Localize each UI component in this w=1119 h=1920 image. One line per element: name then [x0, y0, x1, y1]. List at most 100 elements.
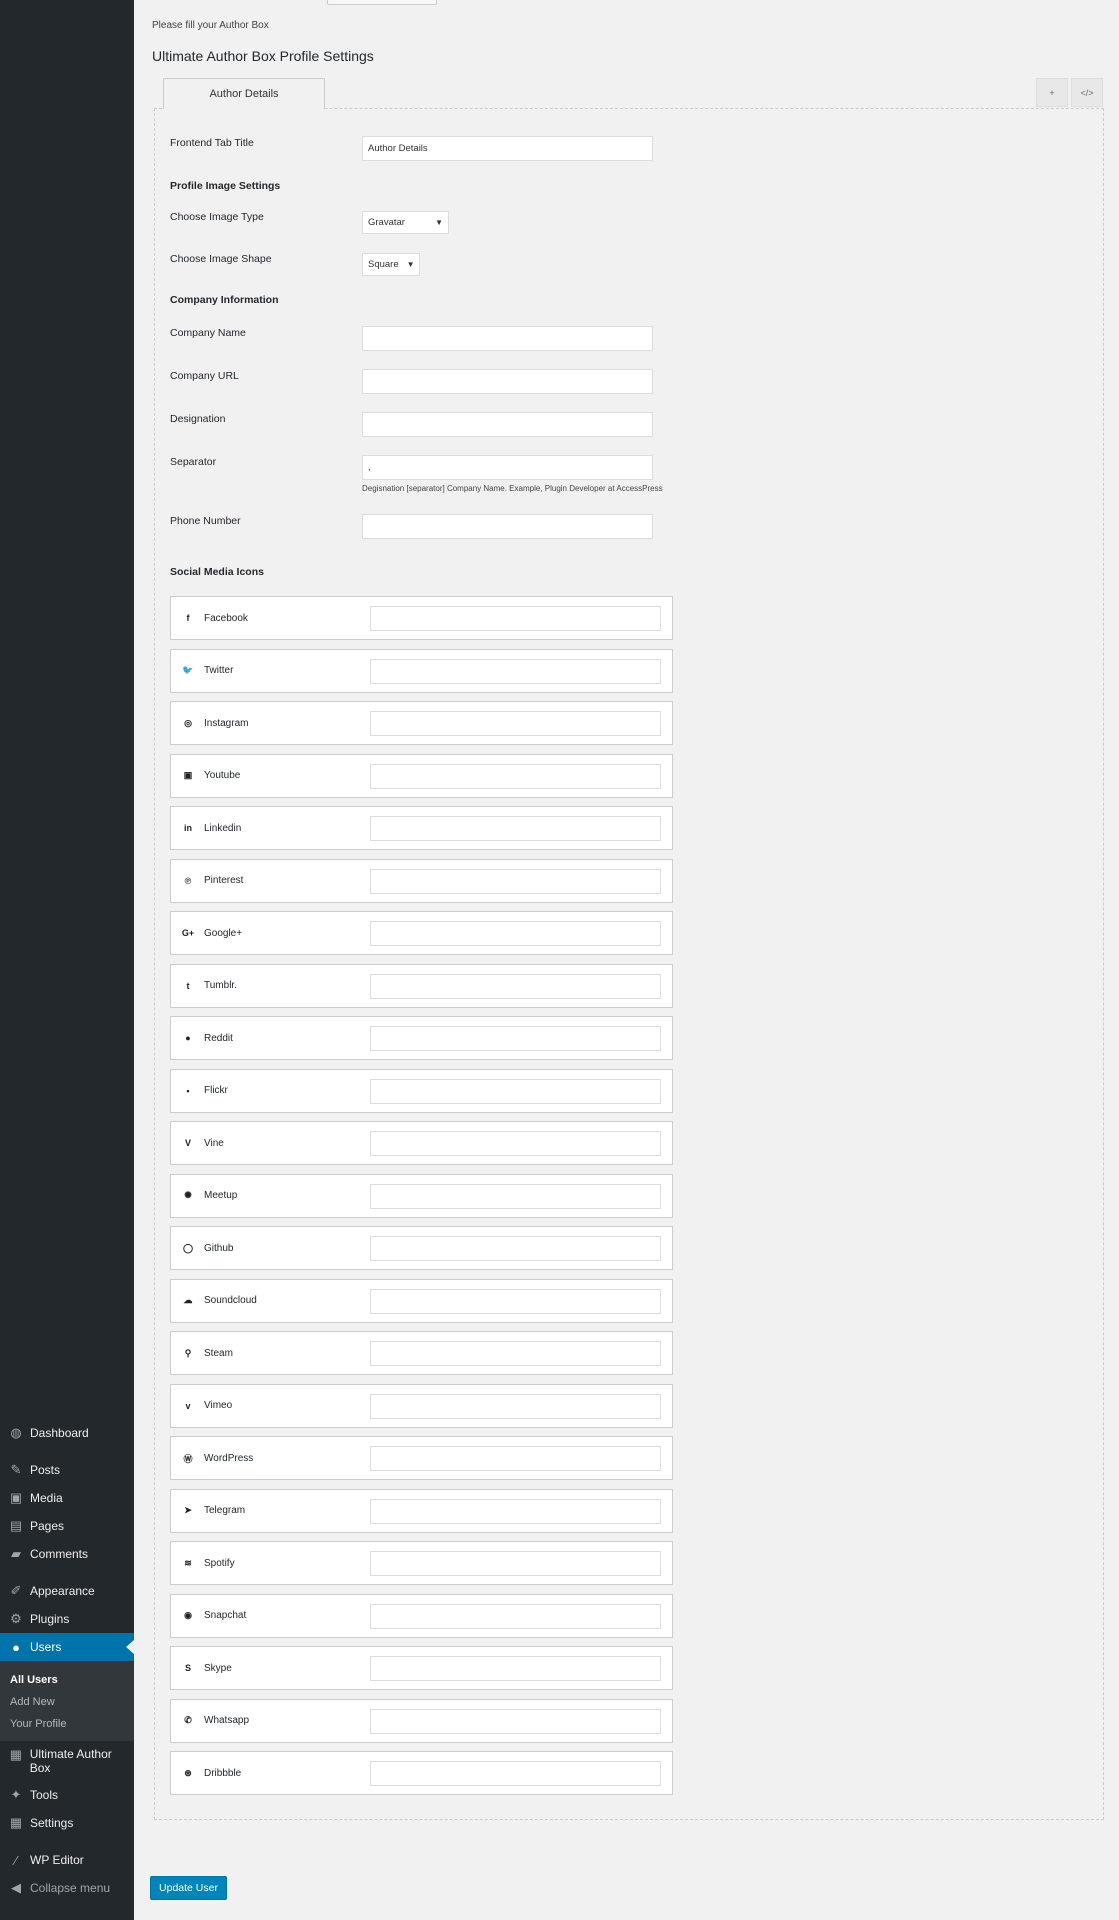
submenu-add-new[interactable]: Add New — [0, 1691, 134, 1713]
social-label: Whatsapp — [204, 1715, 250, 1726]
phone-number-input[interactable] — [362, 514, 653, 539]
image-type-select[interactable]: Gravatar ▼ — [362, 211, 449, 234]
sidebar-item-label: Comments — [30, 1547, 89, 1561]
social-url-input[interactable] — [370, 711, 661, 736]
social-label: Skype — [204, 1662, 232, 1674]
linkedin-icon: in — [184, 823, 192, 833]
social-url-input[interactable] — [370, 816, 661, 841]
social-media-heading: Social Media Icons — [170, 566, 264, 578]
social-url-input[interactable] — [370, 1656, 661, 1681]
sidebar-item-label: Ultimate Author Box — [29, 1747, 112, 1775]
pinterest-icon: ℗ — [184, 875, 192, 886]
sidebar-item-media[interactable]: ▣ Media — [0, 1484, 134, 1512]
image-type-value: Gravatar — [368, 217, 405, 228]
company-name-label: Company Name — [170, 327, 246, 339]
social-url-input[interactable] — [370, 658, 661, 684]
social-row-soundcloud: ☁ Soundcloud — [170, 1278, 673, 1323]
frontend-tab-title-label: Frontend Tab Title — [170, 137, 254, 149]
social-label: Vine — [204, 1137, 224, 1149]
designation-label: Designation — [170, 413, 226, 425]
sidebar-item-label: Tools — [30, 1788, 59, 1802]
social-row-dribbble: ⊛ Dribbble — [170, 1751, 673, 1795]
phone-number-label: Phone Number — [170, 515, 241, 527]
admin-sidebar: ◍ Dashboard ✎ Posts ▣ Media ▤ Pages ▰ Comment… — [0, 0, 134, 1920]
submenu-your-profile[interactable]: Your Profile — [0, 1713, 134, 1735]
social-url-input[interactable] — [370, 1761, 661, 1786]
social-url-input[interactable] — [370, 1236, 661, 1261]
social-url-input[interactable] — [370, 1551, 661, 1576]
separator-input[interactable]: , — [362, 455, 653, 480]
social-label: Instagram — [204, 717, 249, 729]
sidebar-item-appearance[interactable]: ✐ Appearance — [0, 1577, 134, 1605]
social-row-spotify: ≋ Spotify — [170, 1541, 673, 1585]
company-name-input[interactable] — [362, 326, 653, 351]
social-label: Flickr — [204, 1085, 228, 1096]
social-url-input[interactable] — [370, 921, 661, 946]
sidebar-item-tools[interactable]: ✦ Tools — [0, 1781, 134, 1809]
settings-icon: ▦ — [9, 1815, 23, 1830]
sidebar-item-plugins[interactable]: ⚙ Plugins — [0, 1605, 134, 1633]
social-row-meetup: ✺ Meetup — [170, 1173, 673, 1218]
sidebar-item-settings[interactable]: ▦ Settings — [0, 1809, 134, 1837]
sidebar-item-label: Plugins — [30, 1612, 70, 1626]
separator-hint: Degisnation [separator] Company Name. Ex… — [362, 484, 663, 493]
social-url-input[interactable] — [370, 1446, 661, 1471]
social-row-reddit: ● Reddit — [170, 1016, 673, 1060]
social-url-input[interactable] — [370, 1288, 661, 1314]
sidebar-item-dashboard[interactable]: ◍ Dashboard — [0, 1419, 134, 1447]
tab-actions: + </> — [1033, 78, 1103, 107]
social-url-input[interactable] — [370, 1603, 661, 1629]
sidebar-item-pages[interactable]: ▤ Pages — [0, 1512, 134, 1540]
social-row-skype: S Skype — [170, 1646, 673, 1690]
image-shape-label: Choose Image Shape — [170, 253, 272, 265]
social-url-input[interactable] — [370, 1393, 661, 1419]
update-user-button[interactable]: Update User — [150, 1876, 227, 1900]
comments-icon: ▰ — [11, 1546, 21, 1561]
sidebar-item-ultimate-author-box[interactable]: ▦ Ultimate Author Box — [0, 1741, 134, 1781]
social-row-vimeo: v Vimeo — [170, 1383, 673, 1428]
twitter-icon: 🐦 — [182, 665, 194, 675]
users-submenu: All Users Add New Your Profile — [0, 1661, 134, 1741]
tab-author-details[interactable]: Author Details — [163, 78, 325, 109]
steam-icon: ⚲ — [184, 1347, 192, 1358]
plugins-icon: ⚙ — [10, 1611, 22, 1626]
social-url-input[interactable] — [370, 1183, 661, 1209]
frontend-tab-title-input[interactable]: Author Details — [362, 136, 653, 161]
image-type-label: Choose Image Type — [170, 211, 264, 223]
sidebar-item-comments[interactable]: ▰ Comments — [0, 1540, 134, 1568]
social-url-input[interactable] — [370, 606, 661, 631]
social-url-input[interactable] — [370, 1131, 661, 1156]
company-url-label: Company URL — [170, 370, 239, 382]
instagram-icon: ◎ — [184, 717, 192, 728]
social-label: Youtube — [204, 770, 241, 781]
social-url-input[interactable] — [370, 973, 661, 999]
social-url-input[interactable] — [370, 868, 661, 894]
social-url-input[interactable] — [370, 1341, 661, 1366]
code-icon[interactable]: </> — [1071, 78, 1103, 107]
company-url-input[interactable] — [362, 369, 653, 394]
submenu-all-users[interactable]: All Users — [0, 1669, 134, 1691]
previous-field-stub — [327, 0, 437, 5]
social-url-input[interactable] — [370, 1026, 661, 1051]
sidebar-item-wp-editor[interactable]: ∕ WP Editor — [0, 1846, 134, 1874]
social-url-input[interactable] — [370, 1078, 661, 1104]
designation-input[interactable] — [362, 412, 653, 437]
collapse-menu-button[interactable]: ◀ Collapse menu — [0, 1874, 134, 1902]
social-label: Soundcloud — [204, 1295, 257, 1306]
social-label: Twitter — [204, 665, 234, 676]
social-label: Meetup — [204, 1190, 238, 1201]
social-url-input[interactable] — [370, 1498, 661, 1524]
facebook-icon: f — [186, 613, 190, 623]
sidebar-item-users[interactable]: ● Users — [0, 1633, 134, 1661]
editor-icon: ∕ — [14, 1852, 18, 1868]
sidebar-item-label: Appearance — [30, 1584, 95, 1598]
social-url-input[interactable] — [370, 763, 661, 789]
author-box-icon: ▦ — [9, 1747, 23, 1762]
dribbble-icon: ⊛ — [184, 1767, 192, 1778]
sidebar-item-posts[interactable]: ✎ Posts — [0, 1456, 134, 1484]
add-tab-icon[interactable]: + — [1036, 78, 1068, 107]
social-url-input[interactable] — [370, 1708, 661, 1734]
image-shape-value: Square — [368, 259, 399, 270]
sidebar-item-label: Pages — [30, 1519, 65, 1533]
image-shape-select[interactable]: Square ▼ — [362, 253, 420, 276]
